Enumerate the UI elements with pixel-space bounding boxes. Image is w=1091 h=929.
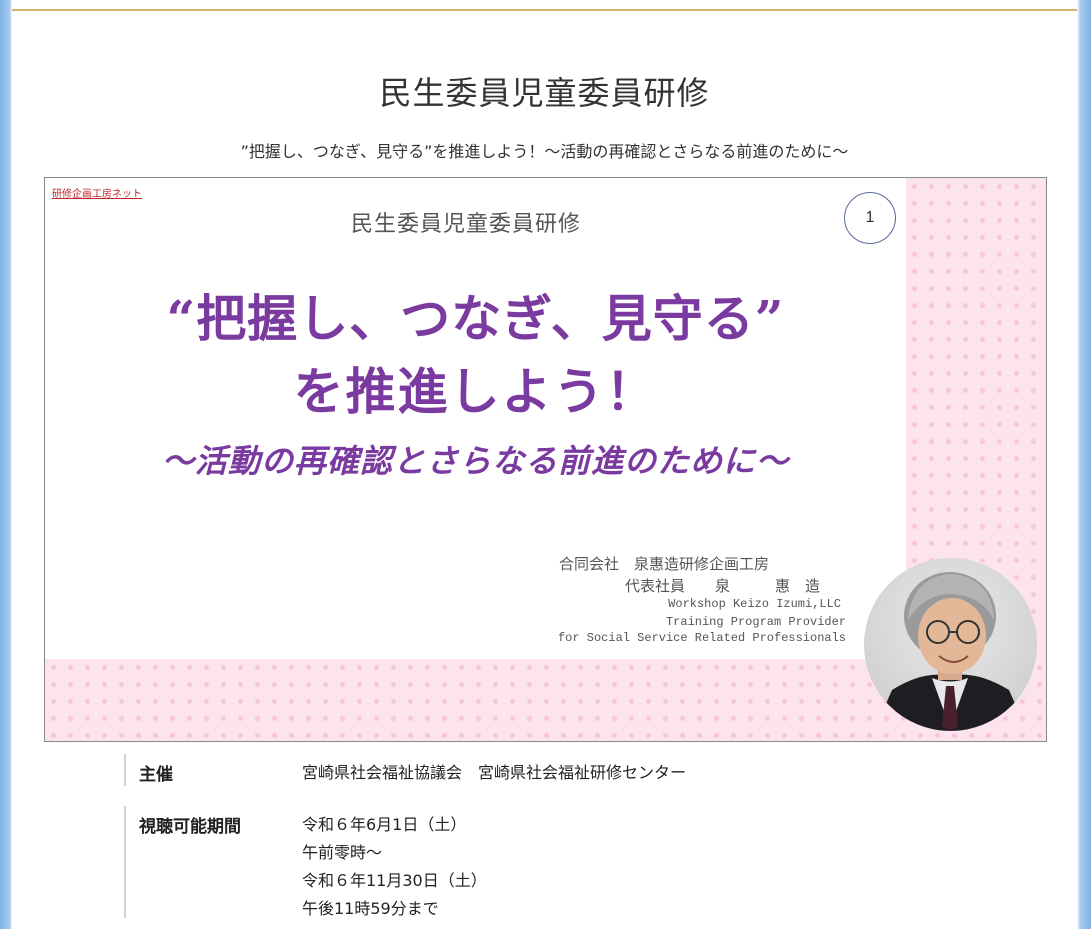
slide-headline-line-3: ～活動の再確認とさらなる前進のために～ bbox=[161, 442, 789, 480]
presenter-name: 代表社員 泉 惠 造 bbox=[625, 577, 821, 595]
brand-link[interactable]: 研修企画工房ネット bbox=[52, 185, 142, 200]
slide-headline-line-2: を推進しよう！ bbox=[293, 362, 658, 421]
presenter-english-line-2: Training Program Provider bbox=[665, 615, 846, 629]
organizer-value: 宮崎県社会福祉協議会 宮崎県社会福祉研修センター bbox=[302, 763, 687, 782]
video-slide[interactable]: 研修企画工房ネット 民生委員児童委員研修 1 “把握し、つなぎ、見守る” を推進… bbox=[44, 177, 1047, 742]
viewing-period-line: 午前零時～ bbox=[302, 843, 383, 862]
viewing-period-label: 視聴可能期間 bbox=[139, 817, 241, 837]
slide-heading: 民生委員児童委員研修 bbox=[351, 212, 582, 237]
organizer-label: 主催 bbox=[139, 765, 173, 785]
event-details: 主催 宮崎県社会福祉協議会 宮崎県社会福祉研修センター 視聴可能期間 令和６年6… bbox=[124, 754, 1024, 918]
page-subtitle: ”把握し、つなぎ、見守る”を推進しよう！～活動の再確認とさらなる前進のために～ bbox=[240, 142, 849, 161]
viewing-period-line: 令和６年11月30日（土） bbox=[302, 871, 487, 890]
presenter-english-line-3: for Social Service Related Professionals bbox=[557, 631, 846, 645]
organizer-row: 主催 宮崎県社会福祉協議会 宮崎県社会福祉研修センター bbox=[124, 754, 1024, 786]
presenter-company: 合同会社 泉惠造研修企画工房 bbox=[559, 555, 770, 573]
viewing-period-line: 令和６年6月1日（土） bbox=[302, 815, 467, 834]
presenter-english-line-1: Workshop Keizo Izumi,LLC bbox=[668, 597, 841, 611]
viewing-period-value: 令和６年6月1日（土） 午前零時～ 令和６年11月30日（土） 午後11時59分… bbox=[302, 811, 487, 923]
viewing-period-line: 午後11時59分まで bbox=[302, 899, 439, 918]
slide-page-number: 1 bbox=[844, 192, 896, 244]
presenter-portrait bbox=[864, 558, 1037, 731]
viewing-period-row: 視聴可能期間 令和６年6月1日（土） 午前零時～ 令和６年11月30日（土） 午… bbox=[124, 806, 1024, 918]
presenter-portrait-illustration bbox=[874, 572, 1027, 731]
slide-headline-line-1: “把握し、つなぎ、見守る” bbox=[166, 289, 785, 348]
page-title: 民生委員児童委員研修 bbox=[379, 74, 710, 112]
